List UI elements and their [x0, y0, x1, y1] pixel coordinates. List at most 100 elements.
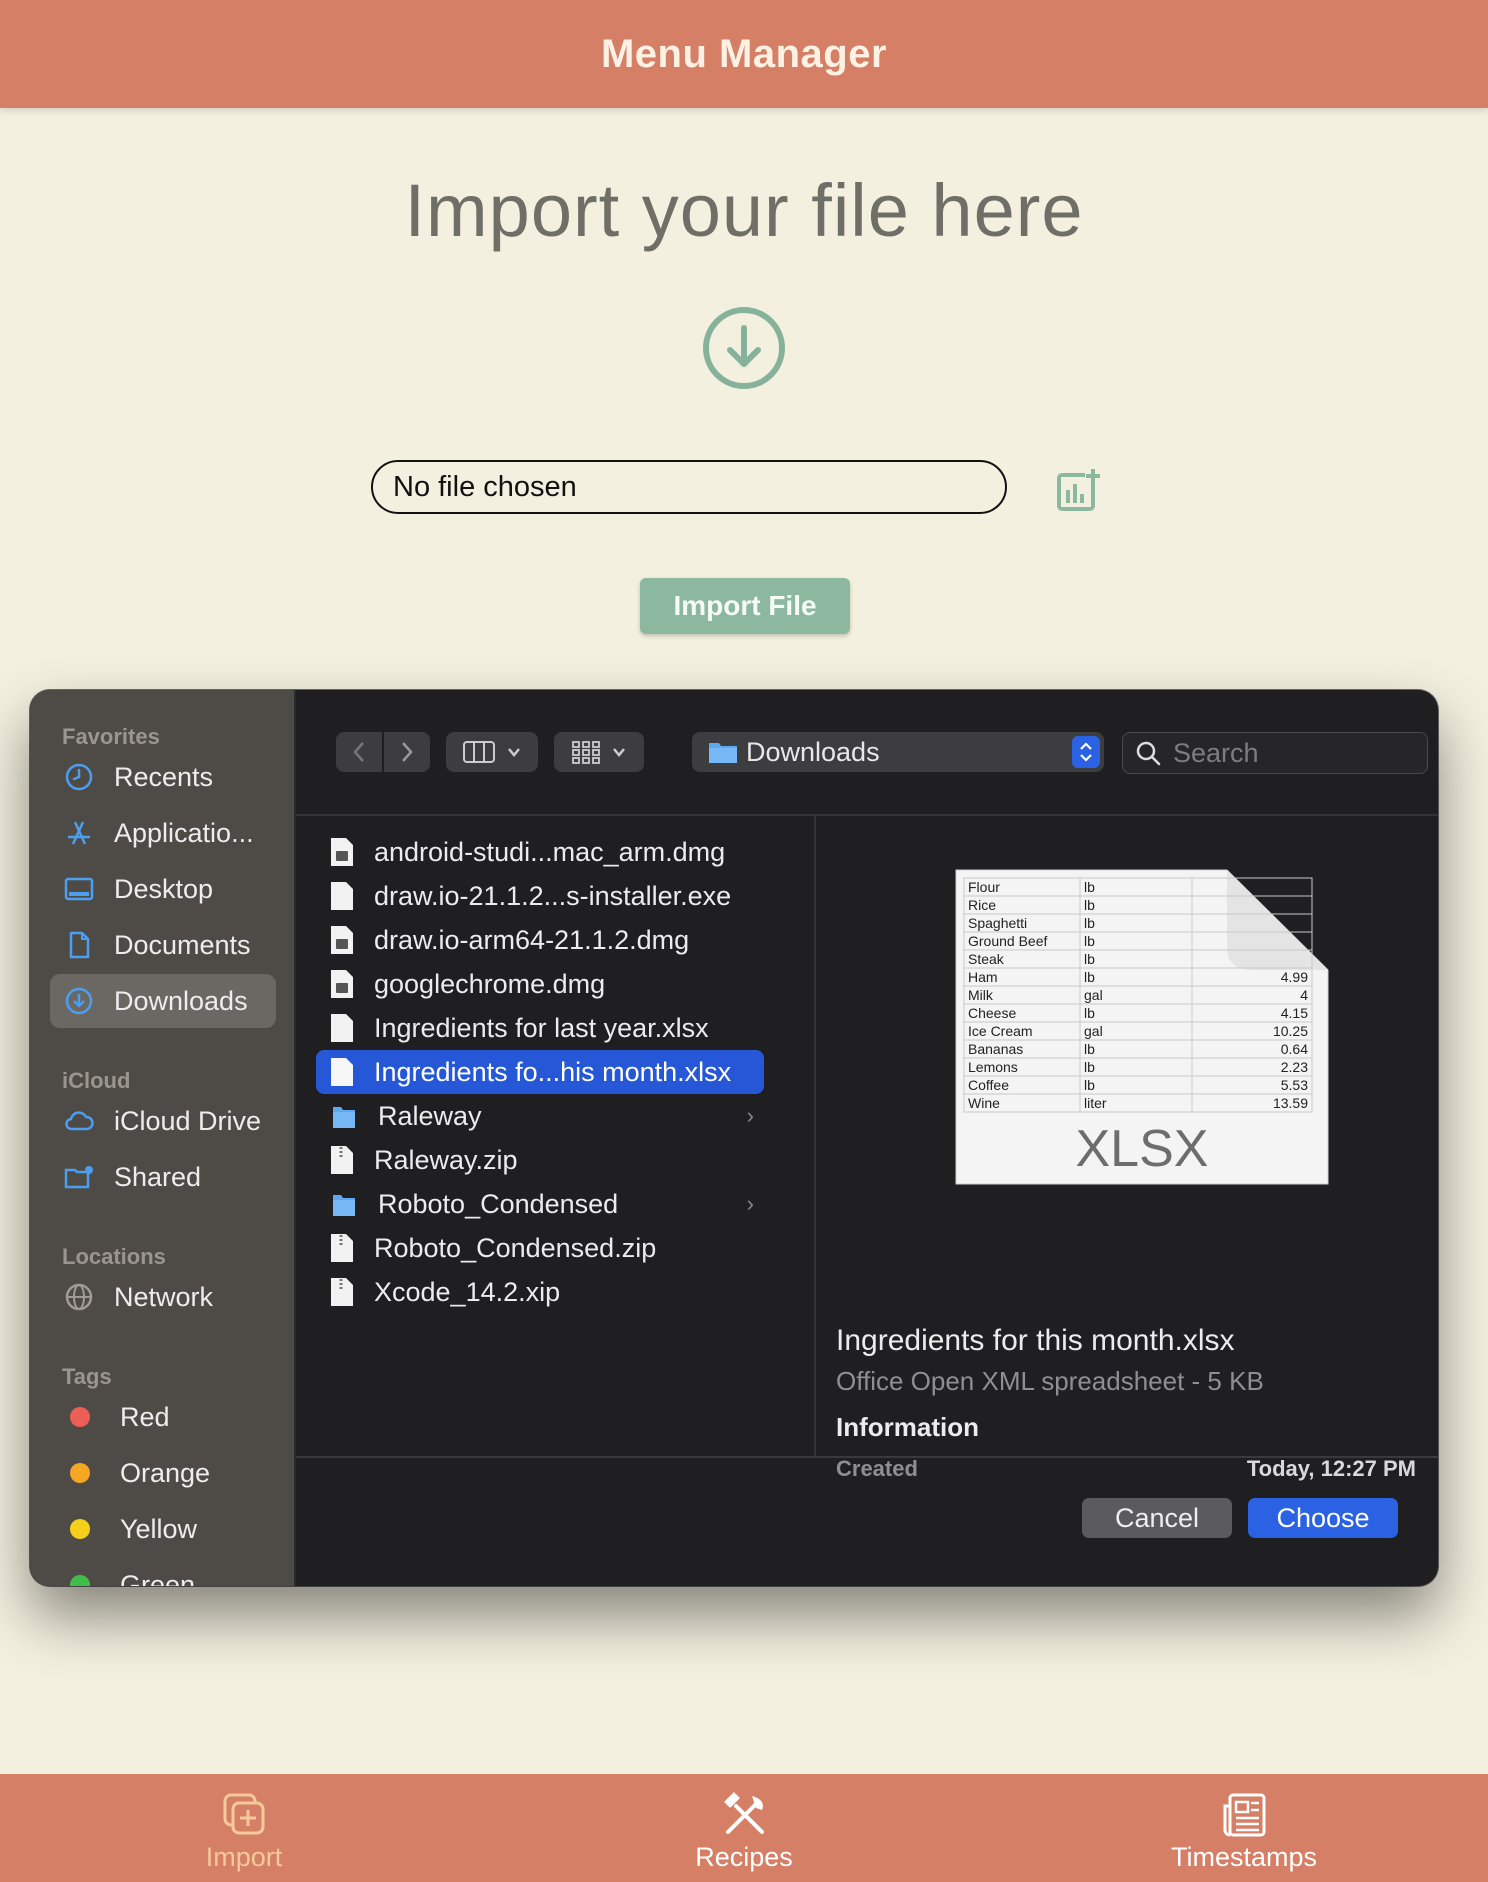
- thumb-cell: Ham: [968, 969, 998, 985]
- file-name: googlechrome.dmg: [374, 968, 606, 999]
- file-row[interactable]: Ingredients for last year.xlsx: [316, 1006, 764, 1050]
- sidebar-item-recents[interactable]: Recents: [50, 750, 276, 804]
- sidebar-item-desktop[interactable]: Desktop: [50, 862, 276, 916]
- sidebar-tag-yellow[interactable]: Yellow: [50, 1502, 276, 1556]
- nav-import[interactable]: Import: [134, 1774, 354, 1882]
- group-by-button[interactable]: [554, 732, 644, 772]
- file-chooser-field[interactable]: No file chosen: [371, 460, 1007, 514]
- dialog-toolbar: Downloads Search: [296, 690, 1438, 816]
- file-row[interactable]: android-studi...mac_arm.dmg: [316, 830, 764, 874]
- thumb-cell: Rice: [968, 897, 996, 913]
- tag-green-dot: [70, 1575, 90, 1586]
- file-row[interactable]: googlechrome.dmg: [316, 962, 764, 1006]
- folder-row[interactable]: Roboto_Condensed ›: [316, 1182, 764, 1226]
- tag-red-dot: [70, 1407, 90, 1427]
- preview-file-name: Ingredients for this month.xlsx: [836, 1324, 1235, 1357]
- sidebar-tag-green[interactable]: Green: [50, 1558, 276, 1586]
- file-name: draw.io-21.1.2...s-installer.exe: [374, 880, 732, 911]
- popup-stepper-icon: [1072, 736, 1100, 768]
- sidebar-item-documents[interactable]: Documents: [50, 918, 276, 972]
- document-icon: [69, 931, 90, 959]
- preview-info-title: Information: [836, 1412, 979, 1442]
- file-open-dialog: Favorites Recents Applicatio... Desktop …: [30, 690, 1438, 1586]
- nav-label: Recipes: [695, 1842, 793, 1872]
- chevron-down-icon: [508, 748, 520, 757]
- thumb-cell: lb: [1084, 1041, 1095, 1057]
- sidebar-item-network[interactable]: Network: [50, 1270, 276, 1324]
- thumb-cell: 4.15: [1281, 1005, 1308, 1021]
- thumb-cell: Milk: [968, 987, 994, 1003]
- thumb-cell: lb: [1084, 879, 1095, 895]
- sidebar-item-shared[interactable]: Shared: [50, 1150, 276, 1204]
- location-label: Downloads: [746, 736, 880, 767]
- thumb-cell: Ground Beef: [968, 933, 1047, 949]
- sidebar-item-label: Green: [120, 1569, 196, 1587]
- thumb-cell: Bananas: [968, 1041, 1023, 1057]
- thumb-cell: lb: [1084, 1005, 1095, 1021]
- sidebar-item-label: Downloads: [114, 985, 248, 1016]
- sidebar-item-applications[interactable]: Applicatio...: [50, 806, 276, 860]
- grid-view-icon: [572, 741, 600, 764]
- thumb-cell: Flour: [968, 879, 1000, 895]
- tag-yellow-dot: [70, 1519, 90, 1539]
- folder-icon: [333, 1107, 355, 1128]
- file-row[interactable]: Roboto_Condensed.zip: [316, 1226, 764, 1270]
- file-name: Ingredients for last year.xlsx: [374, 1012, 709, 1043]
- thumb-cell: 0.64: [1281, 1041, 1308, 1057]
- sidebar-tag-red[interactable]: Red: [50, 1390, 276, 1444]
- folder-icon: [709, 743, 737, 763]
- sidebar-tag-orange[interactable]: Orange: [50, 1446, 276, 1500]
- file-name: Roboto_Condensed: [378, 1188, 619, 1219]
- import-file-button[interactable]: Import File: [640, 578, 850, 634]
- globe-icon: [65, 1283, 93, 1311]
- choose-button[interactable]: Choose: [1248, 1498, 1398, 1538]
- page-heading: Import your file here: [404, 169, 1084, 252]
- spreadsheet-thumbnail: Flour lb Rice lb Spaghetti lb Ground Beef lb Ste…: [955, 869, 1329, 1185]
- add-chart-icon[interactable]: [1054, 466, 1102, 514]
- thumb-cell: 10.25: [1273, 1023, 1308, 1039]
- disk-image-file-icon: [331, 838, 353, 866]
- location-popup[interactable]: Downloads: [692, 732, 1104, 772]
- thumb-cell: 5.53: [1281, 1077, 1308, 1093]
- file-preview: Flour lb Rice lb Spaghetti lb Ground Beef lb Ste…: [816, 816, 1438, 1481]
- file-row-selected[interactable]: Ingredients fo...his month.xlsx: [316, 1050, 764, 1094]
- view-columns-button[interactable]: [446, 732, 538, 772]
- thumb-cell: Coffee: [968, 1077, 1009, 1093]
- sidebar-section-locations: Locations: [62, 1244, 166, 1269]
- folder-icon: [333, 1195, 355, 1216]
- document-file-icon: [331, 882, 353, 910]
- dialog-sidebar: Favorites Recents Applicatio... Desktop …: [30, 690, 296, 1586]
- thumb-cell: lb: [1084, 951, 1095, 967]
- utensils-icon: [724, 1792, 764, 1834]
- nav-recipes[interactable]: Recipes: [634, 1774, 854, 1882]
- nav-label: Timestamps: [1170, 1842, 1318, 1872]
- file-row[interactable]: Xcode_14.2.xip: [316, 1270, 764, 1314]
- chevron-down-icon: [613, 748, 625, 757]
- thumb-cell: Lemons: [968, 1059, 1018, 1075]
- sidebar-item-icloud-drive[interactable]: iCloud Drive: [50, 1094, 276, 1148]
- disk-image-file-icon: [331, 926, 353, 954]
- file-row[interactable]: Raleway.zip: [316, 1138, 764, 1182]
- folder-row[interactable]: Raleway ›: [316, 1094, 764, 1138]
- back-button[interactable]: [336, 732, 382, 772]
- file-name: android-studi...mac_arm.dmg: [374, 836, 726, 867]
- app-title: Menu Manager: [600, 31, 888, 76]
- file-name: Ingredients fo...his month.xlsx: [374, 1056, 732, 1087]
- thumb-cell: Ice Cream: [968, 1023, 1033, 1039]
- search-field[interactable]: Search: [1122, 732, 1428, 774]
- nav-timestamps[interactable]: Timestamps: [1134, 1774, 1354, 1882]
- thumb-cell: lb: [1084, 933, 1095, 949]
- sidebar-item-label: Desktop: [114, 873, 214, 904]
- thumb-label: XLSX: [1076, 1120, 1209, 1178]
- file-name: Raleway: [378, 1100, 482, 1131]
- file-row[interactable]: draw.io-arm64-21.1.2.dmg: [316, 918, 764, 962]
- disk-image-file-icon: [331, 970, 353, 998]
- forward-button[interactable]: [384, 732, 430, 772]
- sidebar-item-downloads[interactable]: Downloads: [50, 974, 276, 1028]
- sidebar-section-icloud: iCloud: [62, 1068, 131, 1093]
- file-list: android-studi...mac_arm.dmg draw.io-21.1…: [296, 816, 816, 1456]
- thumb-cell: 13.59: [1273, 1095, 1308, 1111]
- cancel-button[interactable]: Cancel: [1082, 1498, 1232, 1538]
- thumb-cell: 4: [1300, 987, 1308, 1003]
- file-row[interactable]: draw.io-21.1.2...s-installer.exe: [316, 874, 764, 918]
